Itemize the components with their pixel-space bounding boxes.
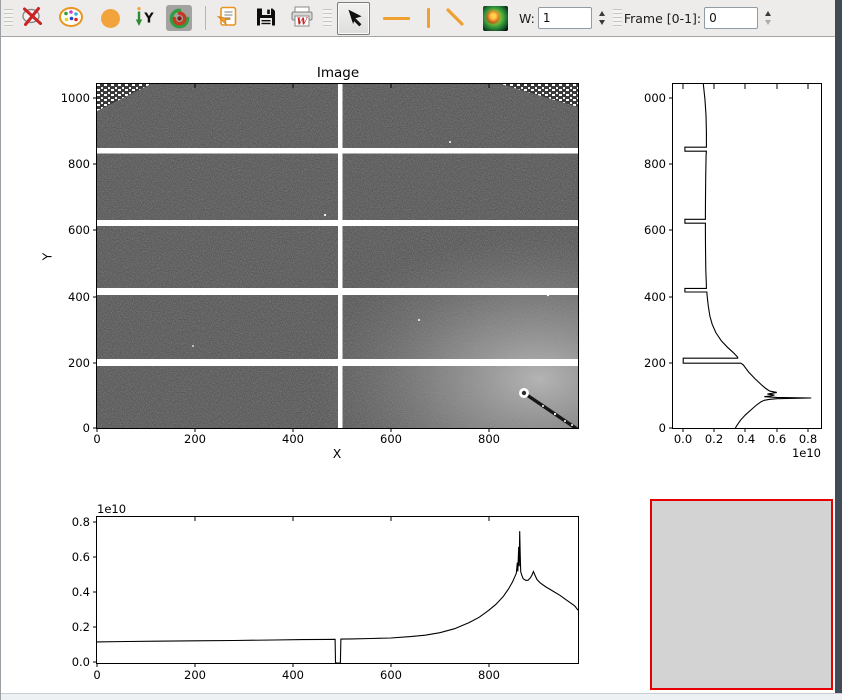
tick-label: 0.2 (48, 620, 90, 634)
tick-label: 600 (371, 668, 411, 682)
window-edge (835, 0, 842, 700)
tick-label: 400 (273, 668, 313, 682)
w-spinner[interactable] (599, 11, 605, 25)
tick-label: 0.4 (48, 585, 90, 599)
tick-label: 0.6 (48, 550, 90, 564)
horizontal-cut-button[interactable] (383, 17, 410, 20)
toolbar-grip[interactable] (323, 9, 332, 27)
tick-label: 800 (48, 157, 90, 171)
save-button[interactable] (255, 6, 277, 31)
flip-y-button[interactable]: Y (134, 6, 156, 31)
frame-spinner[interactable] (765, 11, 771, 25)
y-axis-label: Y (39, 253, 54, 261)
column-profile-plot (673, 84, 821, 428)
tick-label: 0 (624, 421, 666, 435)
svg-text:W: W (297, 16, 309, 27)
tick-label: 600 (48, 223, 90, 237)
vertical-line-icon (427, 8, 430, 28)
horizontal-line-icon (383, 17, 410, 20)
save-floppy-icon (255, 6, 277, 31)
tick-label: 0.8 (48, 515, 90, 529)
circle-tool-button[interactable] (101, 9, 120, 28)
tick-label: 600 (371, 432, 411, 446)
colormap-swirl-icon (166, 5, 192, 31)
spin-down-icon[interactable] (599, 20, 605, 25)
copy-notes-icon (215, 5, 239, 32)
tick-label: 0.0 (668, 432, 698, 446)
tick-label: 200 (175, 432, 215, 446)
window-bottom-edge (1, 693, 842, 700)
vertical-cut-button[interactable] (427, 8, 430, 28)
colormap-button[interactable] (166, 5, 192, 31)
plot-title: Image (277, 65, 399, 81)
diagonal-cut-button[interactable] (444, 6, 466, 31)
spin-down-icon (765, 20, 771, 25)
x-axis-label: X (317, 446, 357, 461)
w-spinbox[interactable] (538, 7, 592, 29)
tick-label: 400 (624, 290, 666, 304)
copy-button[interactable] (215, 5, 239, 32)
tick-label: 400 (273, 432, 313, 446)
toolbar-grip[interactable] (4, 9, 13, 27)
frame-spinbox[interactable] (704, 7, 758, 29)
axis-offset-label: 1e10 (769, 446, 821, 460)
galaxy-view-button[interactable] (483, 6, 508, 31)
tick-label: 400 (48, 290, 90, 304)
tick-label: 800 (469, 668, 509, 682)
red-x-icon (21, 6, 45, 31)
tick-label: 000 (624, 91, 666, 105)
tick-label: 200 (175, 668, 215, 682)
printer-w-icon: W (290, 6, 314, 31)
clear-button[interactable] (21, 6, 45, 31)
cursor-arrow-icon (341, 4, 367, 33)
svg-text:Y: Y (143, 11, 154, 26)
tick-label: 1000 (48, 91, 90, 105)
tick-label: 200 (624, 356, 666, 370)
empty-display-panel (650, 499, 833, 690)
spin-up-icon[interactable] (765, 11, 771, 16)
frame-label: Frame [0-1]: (624, 11, 701, 26)
orange-circle-icon (101, 9, 120, 28)
tick-label: 0.4 (731, 432, 761, 446)
tick-label: 0.8 (793, 432, 823, 446)
toolbar-grip[interactable] (613, 9, 622, 27)
spin-up-icon[interactable] (599, 11, 605, 16)
flip-y-icon: Y (134, 6, 156, 31)
axis-offset-label: 1e10 (97, 502, 126, 516)
tick-label: 0 (77, 668, 117, 682)
tick-label: 0 (77, 432, 117, 446)
w-label: W: (519, 11, 535, 26)
palette-button[interactable] (58, 6, 84, 31)
palette-icon (58, 6, 84, 31)
tick-label: 200 (48, 356, 90, 370)
galaxy-thumbnail-icon (483, 6, 508, 31)
tick-label: 0.6 (762, 432, 792, 446)
tick-label: 0.0 (48, 655, 90, 669)
diagonal-line-icon (444, 6, 466, 31)
toolbar: Y W (1, 0, 842, 37)
ccd-image-canvas[interactable] (97, 84, 578, 428)
image-viewer-window: Y W (0, 0, 842, 700)
tick-label: 0.2 (699, 432, 729, 446)
tick-label: 800 (624, 157, 666, 171)
pointer-tool-button[interactable] (337, 2, 370, 35)
toolbar-separator (205, 6, 206, 30)
tick-label: 600 (624, 223, 666, 237)
tick-label: 800 (469, 432, 509, 446)
print-plot-button[interactable]: W (290, 6, 314, 31)
row-profile-plot (97, 517, 578, 663)
